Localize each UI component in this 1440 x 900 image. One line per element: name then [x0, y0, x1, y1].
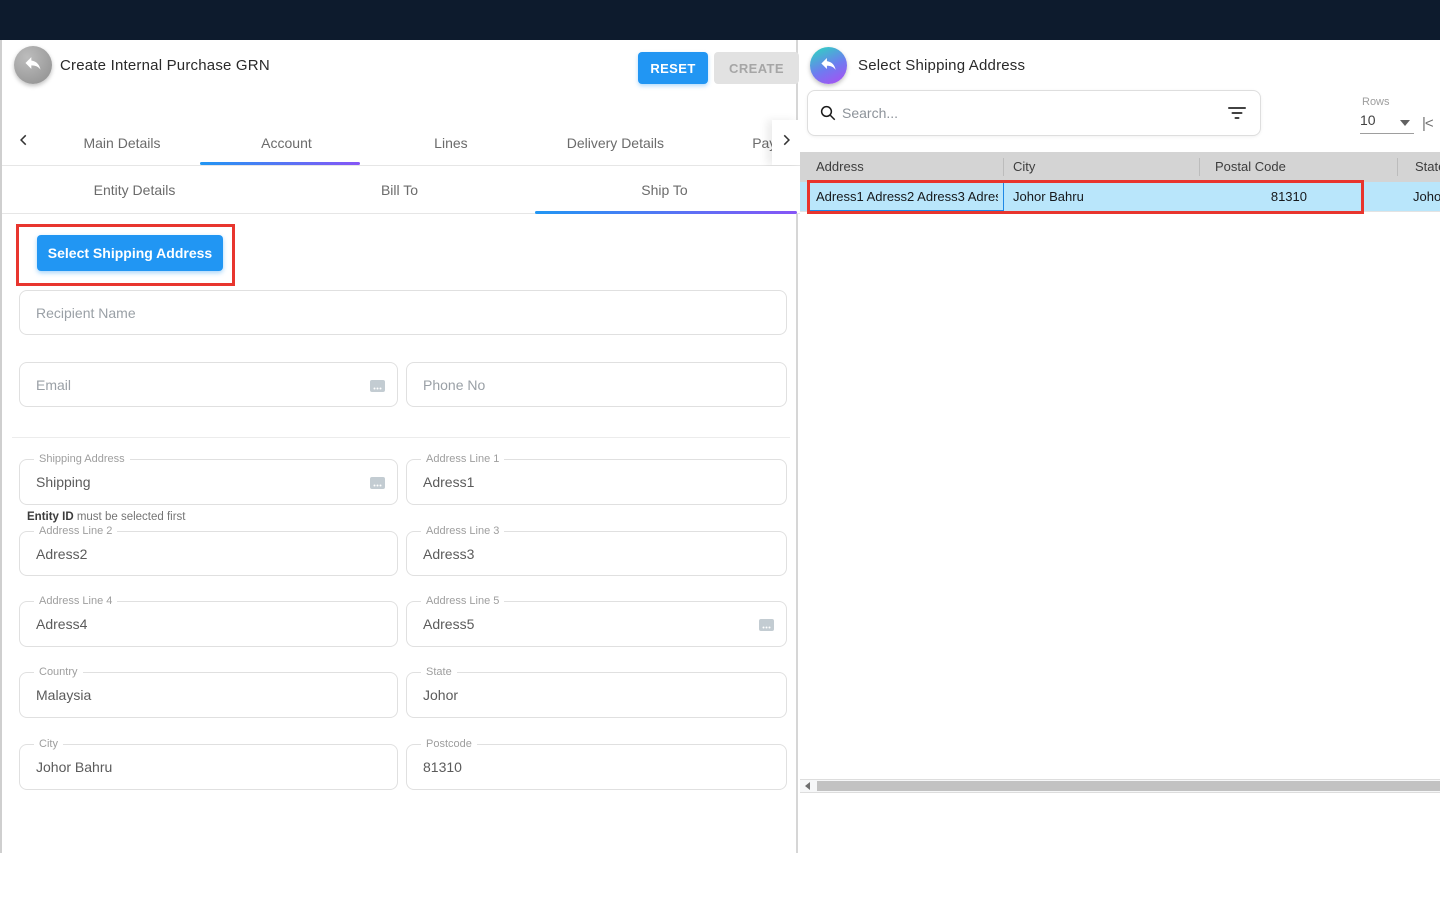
country-field: Country	[19, 672, 398, 718]
top-app-bar	[0, 0, 1440, 40]
subtab-bill-to[interactable]: Bill To	[267, 166, 532, 214]
reset-button[interactable]: RESET	[638, 52, 708, 84]
column-divider	[1397, 158, 1398, 176]
create-grn-panel: Create Internal Purchase GRN RESET CREAT…	[0, 40, 798, 853]
column-divider	[1003, 158, 1004, 176]
shipping-address-field: Shipping Address	[19, 459, 398, 505]
tab-payment[interactable]: Payment	[700, 120, 772, 166]
cell-state[interactable]: Johor	[1413, 182, 1440, 212]
select-shipping-address-panel: Select Shipping Address Rows 10 |< Addre…	[800, 40, 1440, 853]
cell-address[interactable]: Adress1 Adress2 Adress3 Adres...	[816, 182, 998, 212]
postcode-input[interactable]	[423, 745, 754, 789]
column-divider	[1199, 158, 1200, 176]
address-line-2-field: Address Line 2	[19, 531, 398, 576]
rows-per-page-label: Rows	[1362, 96, 1390, 108]
search-input[interactable]	[842, 91, 1212, 135]
back-button[interactable]	[14, 46, 52, 84]
column-header-city[interactable]: City	[1013, 152, 1035, 182]
city-input[interactable]	[36, 745, 365, 789]
keyboard-icon	[370, 476, 385, 488]
chevron-right-icon	[779, 133, 793, 152]
select-shipping-address-button[interactable]: Select Shipping Address	[37, 235, 223, 271]
create-button[interactable]: CREATE	[714, 52, 799, 84]
dropdown-caret-icon	[1400, 120, 1410, 126]
helper-rest: must be selected first	[74, 511, 186, 523]
address-line-1-field: Address Line 1	[406, 459, 787, 505]
email-field	[19, 362, 398, 407]
address-line-1-input[interactable]	[423, 460, 754, 504]
back-arrow-icon	[23, 53, 43, 78]
page-title: Create Internal Purchase GRN	[60, 57, 270, 74]
screen: Create Internal Purchase GRN RESET CREAT…	[0, 0, 1440, 900]
column-header-address[interactable]: Address	[816, 152, 864, 182]
shipping-address-input[interactable]	[36, 460, 365, 504]
section-divider	[12, 437, 790, 438]
address-line-5-input[interactable]	[423, 602, 754, 646]
scrollbar-thumb[interactable]	[817, 781, 1440, 791]
filter-icon[interactable]	[1228, 106, 1246, 120]
active-tab-underline	[200, 162, 360, 165]
back-arrow-icon	[819, 54, 838, 78]
subtab-ship-to[interactable]: Ship To	[532, 166, 797, 214]
subtab-entity-details[interactable]: Entity Details	[2, 166, 267, 214]
recipient-name-field	[19, 290, 787, 335]
address-line-4-field: Address Line 4	[19, 601, 398, 647]
active-subtab-underline	[535, 211, 797, 214]
search-icon	[819, 104, 837, 127]
table-row-selected[interactable]: Adress1 Adress2 Adress3 Adres... Johor B…	[800, 182, 1440, 212]
recipient-name-input[interactable]	[36, 291, 754, 334]
phone-input[interactable]	[423, 363, 754, 406]
entity-id-helper-text: Entity ID must be selected first	[27, 511, 186, 523]
state-input[interactable]	[423, 673, 754, 717]
column-header-state[interactable]: State	[1415, 152, 1440, 182]
chevron-left-icon	[17, 133, 31, 152]
address-line-3-field: Address Line 3	[406, 531, 787, 576]
search-box	[807, 90, 1261, 136]
tabs-viewport: Main Details Account Lines Delivery Deta…	[42, 120, 772, 166]
account-subtabs: Entity Details Bill To Ship To	[2, 166, 800, 214]
main-tabs: Main Details Account Lines Delivery Deta…	[2, 120, 800, 166]
keyboard-icon	[759, 618, 774, 630]
cell-postal-code[interactable]: 81310	[1199, 182, 1307, 212]
dialog-title: Select Shipping Address	[858, 57, 1025, 74]
rows-per-page-select[interactable]: 10	[1360, 112, 1414, 134]
address-line-5-field: Address Line 5	[406, 601, 787, 647]
rows-per-page-value: 10	[1360, 112, 1376, 128]
email-input[interactable]	[36, 363, 365, 406]
postcode-field: Postcode	[406, 744, 787, 790]
tabs-scroll-left-button[interactable]	[10, 120, 38, 165]
address-line-4-input[interactable]	[36, 602, 365, 646]
triangle-left-icon	[805, 782, 810, 790]
address-line-2-input[interactable]	[36, 532, 365, 575]
city-field: City	[19, 744, 398, 790]
phone-field	[406, 362, 787, 407]
state-field: State	[406, 672, 787, 718]
helper-bold: Entity ID	[27, 511, 74, 523]
table-header: Address City Postal Code State	[800, 152, 1440, 182]
tab-main-details[interactable]: Main Details	[42, 120, 202, 166]
horizontal-scrollbar[interactable]	[800, 779, 1440, 793]
tabs-scroll-right-button[interactable]	[772, 120, 800, 165]
tab-delivery-details[interactable]: Delivery Details	[535, 120, 695, 166]
tab-lines[interactable]: Lines	[371, 120, 531, 166]
back-button[interactable]	[810, 47, 847, 84]
scroll-left-arrow-button[interactable]	[800, 780, 815, 792]
cell-city[interactable]: Johor Bahru	[1013, 182, 1193, 212]
address-line-3-input[interactable]	[423, 532, 754, 575]
keyboard-icon	[370, 379, 385, 391]
tab-account[interactable]: Account	[206, 120, 366, 166]
country-input[interactable]	[36, 673, 365, 717]
column-header-postal-code[interactable]: Postal Code	[1215, 152, 1286, 182]
first-page-button[interactable]: |<	[1422, 115, 1433, 132]
